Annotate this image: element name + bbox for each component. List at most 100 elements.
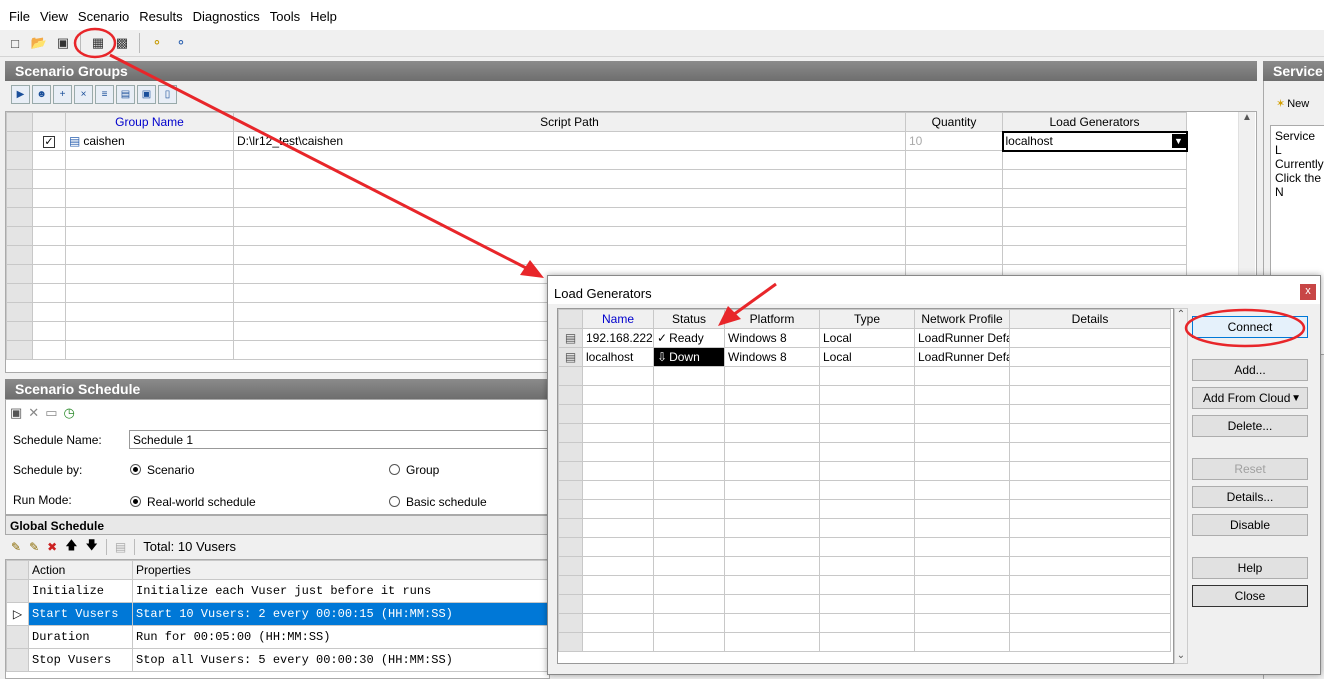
row-header bbox=[6, 625, 29, 649]
row-header bbox=[6, 579, 29, 603]
host-icon: ▤ bbox=[558, 347, 583, 367]
script-path-cell[interactable]: D:\lr12_test\caishen bbox=[233, 131, 906, 151]
close-button[interactable]: Close bbox=[1192, 585, 1308, 607]
name-cell[interactable]: localhost bbox=[582, 347, 654, 367]
view-script-icon[interactable]: ▣ bbox=[137, 85, 156, 104]
dropdown-arrow-icon: ▼ bbox=[1291, 392, 1301, 404]
ready-check-icon: ✓ bbox=[657, 331, 668, 345]
rename-schedule-icon[interactable]: ▭ bbox=[45, 405, 57, 421]
radio-unselected-icon bbox=[389, 464, 400, 475]
add-from-cloud-button[interactable]: Add From Cloud ▼ bbox=[1192, 387, 1308, 409]
menu-results[interactable]: Results bbox=[134, 9, 187, 24]
quantity-header[interactable]: Quantity bbox=[905, 112, 1003, 132]
scenario-schedule-panel: ▣ ✕ ▭ ◷ Schedule Name: Schedule 1 Schedu… bbox=[5, 399, 550, 515]
type-header[interactable]: Type bbox=[819, 309, 915, 329]
add-group-icon[interactable]: + bbox=[53, 85, 72, 104]
scroll-down-icon[interactable]: ⌄ bbox=[1175, 650, 1187, 661]
table-row[interactable]: ▤ 192.168.222.3 ✓Ready Windows 8 Local L… bbox=[558, 328, 1171, 348]
properties-cell: Run for 00:05:00 (HH:MM:SS) bbox=[132, 625, 549, 649]
close-icon[interactable]: x bbox=[1300, 284, 1316, 300]
details-icon[interactable]: ▤ bbox=[116, 85, 135, 104]
dropdown-arrow-icon[interactable]: ▼ bbox=[1171, 134, 1185, 148]
details-button[interactable]: Details... bbox=[1192, 486, 1308, 508]
table-row-selected[interactable]: ▷ Start Vusers Start 10 Vusers: 2 every … bbox=[6, 602, 549, 626]
new-scenario-icon[interactable]: □ bbox=[4, 32, 26, 54]
help-button[interactable]: Help bbox=[1192, 557, 1308, 579]
enable-checkbox[interactable]: ✓ bbox=[32, 131, 66, 151]
details-cell bbox=[1009, 328, 1171, 348]
menu-view[interactable]: View bbox=[35, 9, 73, 24]
clock-icon[interactable]: ◷ bbox=[64, 405, 75, 421]
play-icon[interactable]: ▶ bbox=[11, 85, 30, 104]
save-icon[interactable]: ▣ bbox=[52, 32, 74, 54]
radio-unselected-icon bbox=[389, 496, 400, 507]
diagnostics-icon[interactable]: ⚬ bbox=[170, 32, 192, 54]
delete-schedule-icon[interactable]: ✕ bbox=[28, 405, 39, 421]
menu-help[interactable]: Help bbox=[305, 9, 342, 24]
basic-option-label: Basic schedule bbox=[406, 495, 487, 509]
table-row[interactable]: ▤ localhost ⇩ Down Windows 8 Local LoadRu… bbox=[558, 347, 1171, 367]
main-toolbar: □ 📂 ▣ ▦ ▩ ⚬ ⚬ bbox=[0, 30, 1324, 57]
open-folder-icon[interactable]: 📂 bbox=[28, 32, 50, 54]
add-button[interactable]: Add... bbox=[1192, 359, 1308, 381]
connect-button[interactable]: Connect bbox=[1192, 316, 1308, 338]
status-cell[interactable]: ✓ Ready bbox=[653, 328, 725, 348]
service-text-line: Currently bbox=[1275, 157, 1324, 171]
scenario-schedule-title: Scenario Schedule bbox=[5, 379, 550, 399]
basic-schedule-radio[interactable]: Basic schedule bbox=[389, 495, 487, 509]
load-generator-select[interactable]: localhost ▼ bbox=[1001, 130, 1188, 152]
delete-action-icon[interactable]: ✖ bbox=[47, 540, 57, 554]
real-world-option-label: Real-world schedule bbox=[147, 495, 256, 509]
load-generators-header[interactable]: Load Generators bbox=[1002, 112, 1187, 132]
menu-tools[interactable]: Tools bbox=[265, 9, 305, 24]
delete-button[interactable]: Delete... bbox=[1192, 415, 1308, 437]
move-up-icon[interactable]: 🡅 bbox=[65, 536, 77, 557]
schedule-name-label: Schedule Name: bbox=[13, 433, 102, 447]
schedule-by-group-radio[interactable]: Group bbox=[389, 463, 439, 477]
scenario-groups-title: Scenario Groups bbox=[5, 61, 1257, 81]
details-header[interactable]: Details bbox=[1009, 309, 1171, 329]
run-time-settings-icon[interactable]: ▩ bbox=[111, 32, 133, 54]
name-header[interactable]: Name bbox=[582, 309, 654, 329]
status-cell-selected[interactable]: ⇩ Down bbox=[653, 347, 725, 367]
disable-button[interactable]: Disable bbox=[1192, 514, 1308, 536]
schedule-name-field[interactable]: Schedule 1 bbox=[129, 430, 549, 449]
reset-button[interactable]: Reset bbox=[1192, 458, 1308, 480]
menu-diagnostics[interactable]: Diagnostics bbox=[188, 9, 265, 24]
menu-scenario[interactable]: Scenario bbox=[73, 9, 134, 24]
real-world-schedule-radio[interactable]: Real-world schedule bbox=[130, 495, 256, 509]
status-text: Down bbox=[669, 350, 700, 364]
status-header[interactable]: Status bbox=[653, 309, 725, 329]
add-action-icon[interactable]: ✎ bbox=[11, 540, 21, 554]
load-generators-icon[interactable]: ▦ bbox=[87, 32, 109, 54]
group-name-cell[interactable]: ▤ caishen bbox=[65, 131, 234, 151]
global-schedule-toolbar: ✎ ✎ ✖ 🡅 🡇 ▤ Total: 10 Vusers bbox=[5, 535, 550, 558]
edit-action-icon[interactable]: ✎ bbox=[29, 540, 39, 554]
group-name-header[interactable]: Group Name bbox=[65, 112, 234, 132]
runtime-icon[interactable]: ▯ bbox=[158, 85, 177, 104]
remove-group-icon[interactable]: × bbox=[74, 85, 93, 104]
lg-scrollbar-track[interactable]: ⌃ ⌄ bbox=[1174, 308, 1188, 664]
script-icon[interactable]: ≡ bbox=[95, 85, 114, 104]
vusers-icon[interactable]: ☻ bbox=[32, 85, 51, 104]
move-down-icon[interactable]: 🡇 bbox=[86, 536, 98, 557]
table-row[interactable]: Initialize Initialize each Vuser just be… bbox=[6, 579, 549, 603]
graph-icon[interactable]: ▤ bbox=[115, 540, 126, 554]
schedule-by-scenario-radio[interactable]: Scenario bbox=[130, 463, 194, 477]
menu-file[interactable]: File bbox=[4, 9, 35, 24]
properties-cell: Start 10 Vusers: 2 every 00:00:15 (HH:MM… bbox=[132, 602, 549, 626]
scroll-up-icon[interactable]: ▲ bbox=[1239, 112, 1255, 123]
new-service-button[interactable]: ✶ New bbox=[1276, 97, 1310, 111]
analysis-icon[interactable]: ⚬ bbox=[146, 32, 168, 54]
platform-header[interactable]: Platform bbox=[724, 309, 820, 329]
script-path-header[interactable]: Script Path bbox=[233, 112, 906, 132]
quantity-cell[interactable]: 10 bbox=[905, 131, 1003, 151]
table-row[interactable]: Stop Vusers Stop all Vusers: 5 every 00:… bbox=[6, 648, 549, 672]
table-row[interactable]: Duration Run for 00:05:00 (HH:MM:SS) bbox=[6, 625, 549, 649]
scroll-up-icon[interactable]: ⌃ bbox=[1175, 309, 1187, 320]
name-cell[interactable]: 192.168.222.3 bbox=[582, 328, 654, 348]
new-schedule-icon[interactable]: ▣ bbox=[10, 405, 22, 421]
network-profile-header[interactable]: Network Profile bbox=[914, 309, 1010, 329]
table-row[interactable]: ✓ ▤ caishen D:\lr12_test\caishen 10 local… bbox=[6, 130, 1188, 152]
new-label: New bbox=[1287, 97, 1310, 110]
